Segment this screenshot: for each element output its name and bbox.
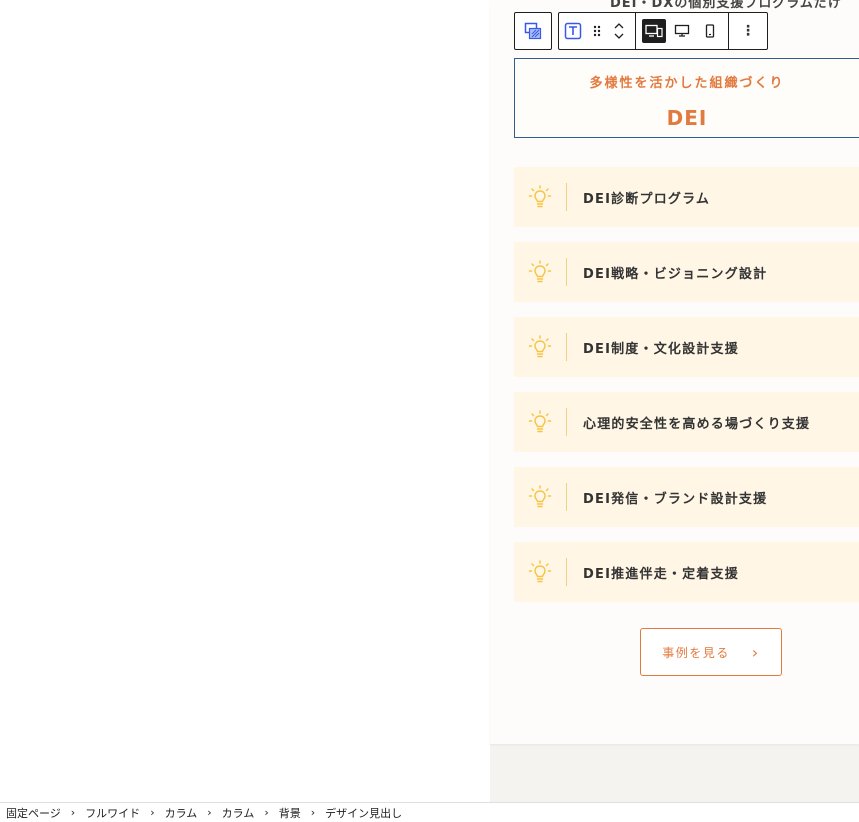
all-devices-icon	[645, 24, 663, 38]
drag-handle[interactable]	[587, 13, 607, 49]
design-heading-block[interactable]: 多様性を活かした組織づくり DEI	[514, 58, 859, 138]
block-type-button[interactable]	[559, 13, 587, 49]
breadcrumb-separator-icon: ›	[150, 806, 155, 819]
breadcrumb-separator-icon: ›	[310, 806, 316, 819]
lightbulb-icon	[528, 485, 552, 508]
lightbulb-icon	[528, 260, 552, 283]
lightbulb-icon	[528, 335, 552, 358]
select-parent-button[interactable]	[514, 12, 552, 50]
lightbulb-icon	[514, 167, 566, 227]
lightbulb-icon	[514, 242, 566, 302]
breadcrumb-item[interactable]: カラム	[165, 805, 198, 821]
item-divider	[566, 408, 567, 436]
item-divider	[566, 333, 567, 361]
device-visibility-group	[636, 13, 728, 49]
lightbulb-icon	[514, 317, 566, 377]
breadcrumb-item[interactable]: カラム	[222, 805, 255, 821]
view-cases-label: 事例を見る	[662, 645, 730, 660]
move-up-icon[interactable]	[613, 21, 625, 31]
breadcrumb-item[interactable]: 固定ページ	[6, 805, 61, 821]
lightbulb-icon	[514, 467, 566, 527]
parent-block-icon	[524, 22, 542, 40]
heading-subtitle: 多様性を活かした組織づくり	[589, 76, 785, 91]
heading-title: DEI	[666, 106, 708, 130]
more-options-icon: ⋮	[741, 23, 755, 39]
list-item[interactable]: DEI発信・ブランド設計支援	[514, 467, 859, 527]
item-divider	[566, 258, 567, 286]
lightbulb-icon	[528, 185, 552, 208]
list-item[interactable]: DEI推進伴走・定着支援	[514, 542, 859, 602]
list-item-label: DEI診断プログラム	[583, 191, 711, 207]
breadcrumb-separator-icon: ›	[207, 806, 212, 819]
desktop-button[interactable]	[668, 13, 696, 49]
list-item-label: DEI推進伴走・定着支援	[583, 566, 739, 582]
list-item-label: DEI発信・ブランド設計支援	[583, 491, 768, 507]
move-down-icon[interactable]	[613, 31, 625, 41]
item-divider	[566, 483, 567, 511]
breadcrumb-item[interactable]: 背景	[279, 805, 301, 821]
list-item-label: DEI制度・文化設計支援	[583, 341, 739, 357]
drag-handle-icon	[593, 25, 601, 37]
chevron-right-icon: ›	[751, 642, 760, 662]
lightbulb-icon	[528, 410, 552, 433]
lightbulb-icon	[514, 392, 566, 452]
mobile-icon	[705, 24, 715, 38]
lightbulb-icon	[514, 542, 566, 602]
list-item[interactable]: DEI戦略・ビジョニング設計	[514, 242, 859, 302]
item-divider	[566, 183, 567, 211]
list-item-label: DEI戦略・ビジョニング設計	[583, 266, 768, 282]
list-item[interactable]: DEI診断プログラム	[514, 167, 859, 227]
lightbulb-icon	[528, 560, 552, 583]
editor-canvas-blank	[0, 0, 490, 802]
partial-heading-text: DEI・DXの個別支援プログラムだけ	[610, 0, 842, 11]
breadcrumb-item[interactable]: フルワイド	[85, 805, 140, 821]
all-devices-button[interactable]	[642, 19, 666, 43]
move-buttons	[607, 13, 631, 49]
list-item[interactable]: DEI制度・文化設計支援	[514, 317, 859, 377]
more-options-button[interactable]: ⋮	[729, 13, 767, 49]
item-divider	[566, 558, 567, 586]
view-cases-button[interactable]: 事例を見る ›	[640, 628, 782, 676]
block-breadcrumb: 固定ページ › フルワイド › カラム › カラム › 背景 › デザイン見出し	[0, 802, 859, 822]
block-toolbar-main: ⋮	[558, 12, 768, 50]
breadcrumb-separator-icon: ›	[70, 806, 76, 819]
desktop-icon	[674, 24, 690, 37]
block-toolbar: ⋮	[514, 12, 768, 50]
list-item[interactable]: 心理的安全性を高める場づくり支援	[514, 392, 859, 452]
mobile-button[interactable]	[696, 13, 724, 49]
breadcrumb-separator-icon: ›	[264, 806, 269, 819]
heading-block-icon	[564, 22, 582, 40]
list-item-label: 心理的安全性を高める場づくり支援	[583, 416, 811, 432]
breadcrumb-item-current[interactable]: デザイン見出し	[325, 805, 402, 821]
